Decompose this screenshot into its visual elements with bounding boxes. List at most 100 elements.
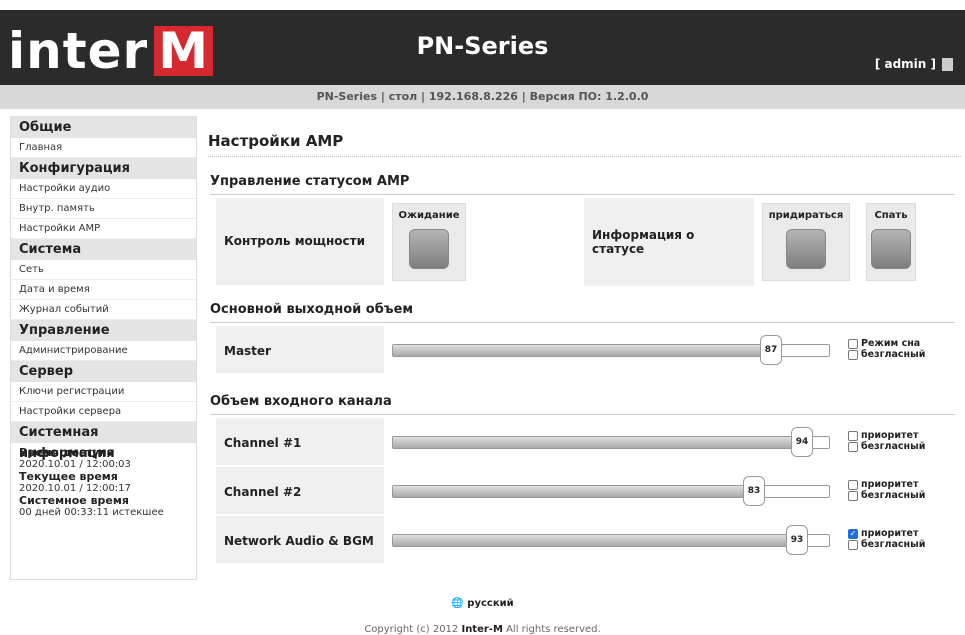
slider-thumb[interactable]: 93 xyxy=(786,525,808,555)
slider-thumb[interactable]: 83 xyxy=(743,476,765,506)
sidebar-section-general: Общие xyxy=(11,117,196,138)
mute-label: безгласный xyxy=(861,539,926,550)
sidebar-item-administration[interactable]: Администрирование xyxy=(11,341,196,361)
copyright-brand: Inter-M xyxy=(461,624,503,635)
standby-button[interactable] xyxy=(409,229,449,269)
system-time-label: Системное время xyxy=(19,494,129,507)
sidebar-item-amp-settings[interactable]: Настройки AMP xyxy=(11,219,196,239)
sleep-indicator xyxy=(871,229,911,269)
sleep-mode-checkbox[interactable]: Режим сна xyxy=(848,338,925,349)
checkbox-box[interactable] xyxy=(848,490,858,501)
sidebar-section-sysinfo: Системная информация xyxy=(11,422,196,461)
sidebar-section-management: Управление xyxy=(11,320,196,341)
channel-1-slider[interactable]: 94 xyxy=(392,427,830,457)
master-volume-slider[interactable]: 87 xyxy=(392,335,830,365)
sidebar-item-server-settings[interactable]: Настройки сервера xyxy=(11,402,196,422)
channel-2-label: Channel #2 xyxy=(224,485,302,499)
sleep-label: Спать xyxy=(874,210,908,221)
sidebar-section-server: Сервер xyxy=(11,361,196,382)
slider-thumb[interactable]: 94 xyxy=(791,427,813,457)
standby-box: Ожидание xyxy=(392,203,466,281)
network-audio-mute-checkbox[interactable]: безгласный xyxy=(848,539,925,550)
slider-fill xyxy=(393,535,798,546)
standby-label: Ожидание xyxy=(398,210,460,221)
mute-label: безгласный xyxy=(861,490,926,501)
priority-label: приоритет xyxy=(861,528,919,539)
input-volume-section-title: Объем входного канала xyxy=(210,394,392,409)
main-content: Настройки AMP Управление статусом AMP Ко… xyxy=(202,116,965,580)
status-info-label: Информация о статусе xyxy=(592,228,695,256)
slider-fill xyxy=(393,437,803,448)
checkbox-box[interactable] xyxy=(848,430,858,441)
system-time-value: 00 дней 00:33:11 истекшее xyxy=(19,507,164,518)
sidebar: Общие Главная Конфигурация Настройки ауд… xyxy=(10,116,197,580)
user-area: [ admin ] xyxy=(875,57,953,71)
sidebar-item-registration-keys[interactable]: Ключи регистрации xyxy=(11,382,196,402)
checkbox-box-checked[interactable]: ✓ xyxy=(848,528,858,539)
master-mute-checkbox[interactable]: безгласный xyxy=(848,349,925,360)
pick-box: придираться xyxy=(762,203,850,281)
priority-label: приоритет xyxy=(861,430,919,441)
slider-fill xyxy=(393,345,772,356)
channel-2-slider[interactable]: 83 xyxy=(392,476,830,506)
master-mute-label: безгласный xyxy=(861,349,926,360)
network-audio-slider[interactable]: 93 xyxy=(392,525,830,555)
checkbox-box[interactable] xyxy=(848,441,858,452)
checkbox-box[interactable] xyxy=(848,349,858,360)
master-checkboxes: Режим сна безгласный xyxy=(848,338,925,360)
system-info: Время доступа 2020.10.01 / 12:00:03 Теку… xyxy=(11,443,196,523)
logout-icon[interactable] xyxy=(942,57,953,71)
language-selector[interactable]: 🌐 русский xyxy=(0,598,965,609)
channel-2-control-area: 83 приоритет безгласный xyxy=(384,467,955,514)
sleep-mode-label: Режим сна xyxy=(861,338,921,349)
channel-1-control-area: 94 приоритет безгласный xyxy=(384,418,955,465)
mute-label: безгласный xyxy=(861,441,926,452)
sidebar-item-event-log[interactable]: Журнал событий xyxy=(11,300,196,320)
checkbox-box[interactable] xyxy=(848,338,858,349)
title-divider xyxy=(208,156,961,157)
channel-2-priority-checkbox[interactable]: приоритет xyxy=(848,479,925,490)
sidebar-item-audio-settings[interactable]: Настройки аудио xyxy=(11,179,196,199)
sidebar-item-network[interactable]: Сеть xyxy=(11,260,196,280)
slider-fill xyxy=(393,486,755,497)
sidebar-item-internal-memory[interactable]: Внутр. память xyxy=(11,199,196,219)
master-volume-section-title: Основной выходной объем xyxy=(210,302,414,317)
checkbox-box[interactable] xyxy=(848,479,858,490)
copyright: Copyright (c) 2012 Inter-M All rights re… xyxy=(0,624,965,635)
device-info-bar: PN-Series | стол | 192.168.8.226 | Верси… xyxy=(0,85,965,109)
master-volume-row: Master 87 Режим сна безгласный xyxy=(216,326,955,374)
app-title: PN-Series xyxy=(416,32,549,60)
access-time-label: Время доступа xyxy=(19,446,115,459)
globe-icon: 🌐 xyxy=(451,598,464,609)
user-name[interactable]: [ admin ] xyxy=(875,57,936,71)
channel-1-row: Channel #1 94 приоритет безгласный xyxy=(216,418,955,466)
header: inter M PN-Series [ admin ] xyxy=(0,10,965,85)
sleep-box: Спать xyxy=(866,203,916,281)
amp-status-section-title: Управление статусом AMP xyxy=(210,174,410,189)
sidebar-item-date-time[interactable]: Дата и время xyxy=(11,280,196,300)
section-divider xyxy=(210,322,955,323)
section-divider xyxy=(210,194,955,195)
sidebar-item-home[interactable]: Главная xyxy=(11,138,196,158)
language-label[interactable]: русский xyxy=(467,598,513,609)
power-control-row: Контроль мощности Ожидание Информация о … xyxy=(216,198,955,286)
copyright-suffix: All rights reserved. xyxy=(502,624,601,635)
channel-2-row: Channel #2 83 приоритет безгласный xyxy=(216,467,955,515)
channel-2-mute-checkbox[interactable]: безгласный xyxy=(848,490,925,501)
channel-1-label: Channel #1 xyxy=(224,436,302,450)
channel-1-priority-checkbox[interactable]: приоритет xyxy=(848,430,925,441)
channel-1-mute-checkbox[interactable]: безгласный xyxy=(848,441,925,452)
sidebar-section-config: Конфигурация xyxy=(11,158,196,179)
network-audio-checkboxes: ✓ приоритет безгласный xyxy=(848,528,925,550)
power-control-label: Контроль мощности xyxy=(224,234,366,248)
page-title: Настройки AMP xyxy=(208,132,344,150)
network-audio-priority-checkbox[interactable]: ✓ приоритет xyxy=(848,528,925,539)
network-audio-label: Network Audio & BGM xyxy=(224,534,374,548)
section-divider xyxy=(210,414,955,415)
checkbox-box[interactable] xyxy=(848,539,858,550)
channel-1-checkboxes: приоритет безгласный xyxy=(848,430,925,452)
slider-thumb[interactable]: 87 xyxy=(760,335,782,365)
master-control-area: 87 Режим сна безгласный xyxy=(384,326,955,373)
power-control-area: Ожидание Информация о статусе придиратьс… xyxy=(384,198,955,286)
sidebar-section-system: Система xyxy=(11,239,196,260)
